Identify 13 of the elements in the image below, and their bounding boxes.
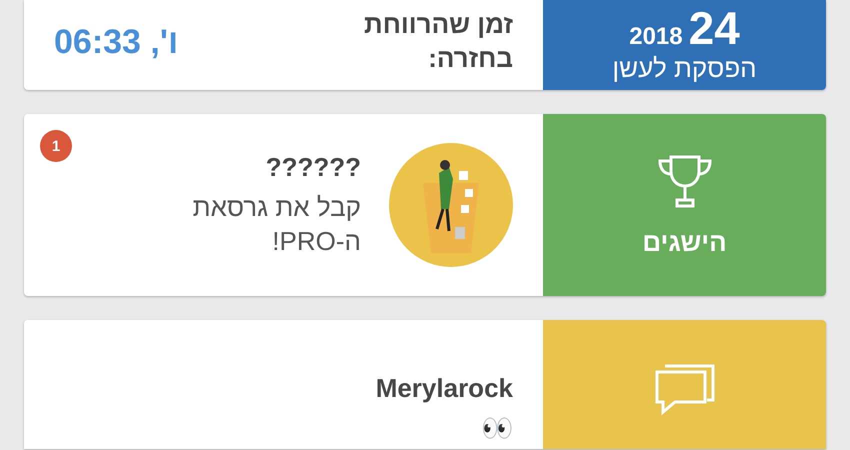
achievements-panel[interactable]: הישגים	[543, 114, 826, 296]
panel-label: הפסקת לעשן	[612, 53, 757, 84]
notification-badge: 1	[40, 130, 72, 162]
panel-label: הישגים	[642, 226, 727, 258]
username: Merylarock	[376, 372, 513, 405]
time-value: ו', 06:33	[54, 22, 178, 62]
card-text: קבל את גרסאת ה-PRO!	[192, 191, 361, 258]
card-title: זמן שהרווחת בחזרה:	[363, 8, 513, 75]
forum-panel[interactable]	[543, 320, 826, 449]
quit-day: 24	[688, 5, 740, 51]
quit-year: 2018	[629, 23, 683, 51]
card-title: ??????	[266, 151, 361, 184]
post-text: 👀	[481, 412, 513, 445]
